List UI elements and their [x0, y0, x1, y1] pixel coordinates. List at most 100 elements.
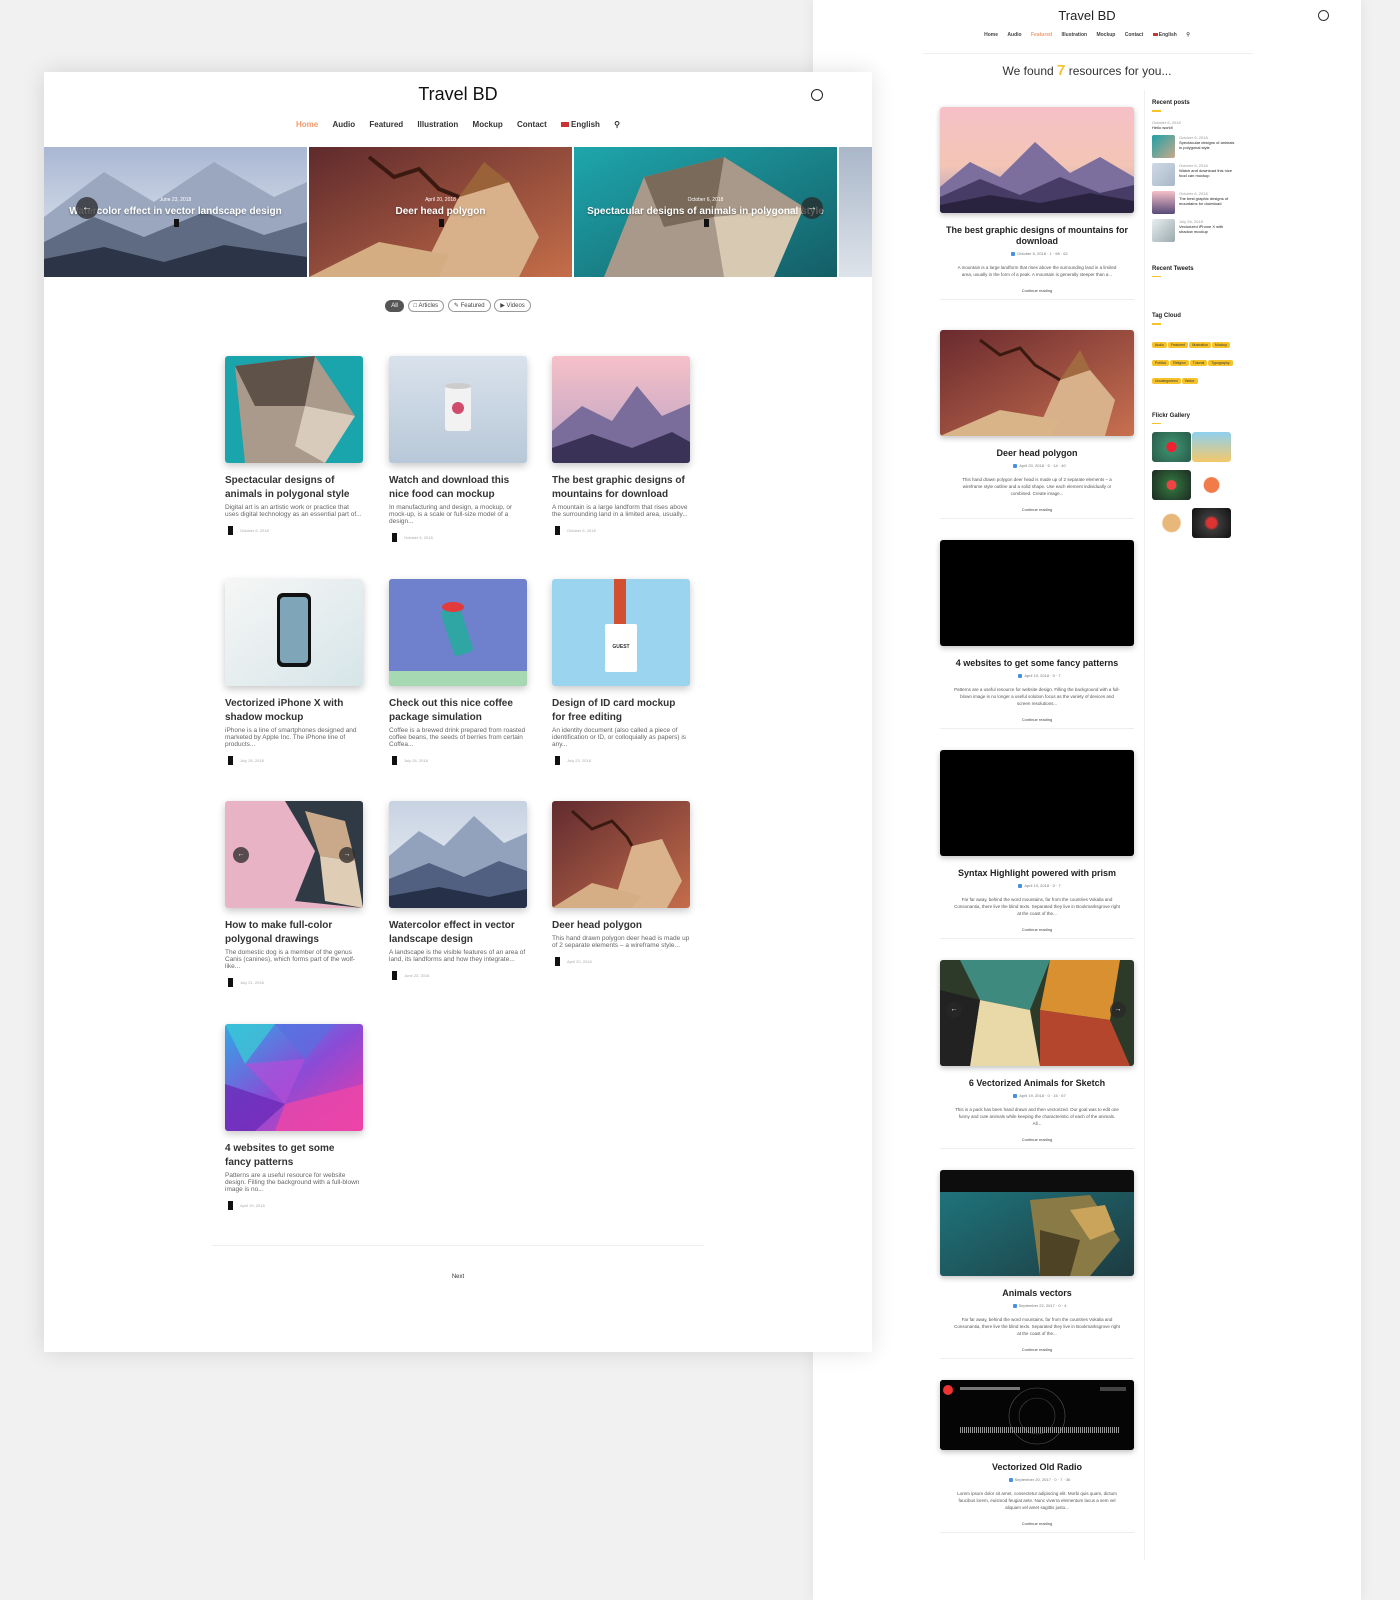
- tag[interactable]: Uncategorized: [1152, 377, 1181, 384]
- post-title[interactable]: 4 websites to get some fancy patterns: [940, 658, 1134, 669]
- continue-reading-link[interactable]: Continue reading: [940, 717, 1134, 728]
- flickr-photo[interactable]: [1192, 508, 1231, 538]
- nav-item-audio[interactable]: Audio: [332, 120, 355, 129]
- post-card[interactable]: ← → 6 Vectorized Animals for Sketch Apri…: [940, 960, 1134, 1149]
- filter-articles[interactable]: □ Articles: [407, 300, 445, 312]
- bookmark-icon[interactable]: [392, 756, 397, 765]
- post-card[interactable]: Watercolor effect in vector landscape de…: [389, 801, 527, 980]
- hero-slide[interactable]: April 20, 2018 Deer head polygon: [309, 147, 572, 277]
- nav-item-language[interactable]: English: [561, 120, 600, 129]
- tag[interactable]: Vector: [1181, 377, 1198, 384]
- post-image-audio-player[interactable]: [940, 1380, 1134, 1450]
- carousel-next-arrow[interactable]: →: [1110, 1002, 1126, 1018]
- tag[interactable]: Illustration: [1188, 341, 1211, 348]
- recent-post-item[interactable]: October 6, 2018 Hello world!: [1152, 120, 1237, 130]
- filter-videos[interactable]: ▶ Videos: [494, 299, 531, 312]
- post-image-mountains[interactable]: [940, 107, 1134, 213]
- post-image-polygon-dog-pink[interactable]: ← →: [225, 801, 363, 908]
- pagination-next-link[interactable]: Next: [44, 1274, 872, 1280]
- tag[interactable]: Tutorial: [1189, 359, 1208, 366]
- user-icon[interactable]: [1318, 10, 1329, 21]
- site-brand[interactable]: Travel BD: [813, 8, 1361, 23]
- tag[interactable]: Featured: [1167, 341, 1188, 348]
- slide-title[interactable]: Deer head polygon: [309, 206, 572, 217]
- post-card[interactable]: Spectacular designs of animals in polygo…: [225, 356, 363, 535]
- nav-item-featured[interactable]: Featured: [369, 120, 403, 129]
- search-icon[interactable]: ⚲: [614, 120, 620, 129]
- hero-slide[interactable]: October 6, 2018 Spectacular designs of a…: [574, 147, 837, 277]
- post-image-coffee-package[interactable]: [389, 579, 527, 686]
- post-card[interactable]: Check out this nice coffee package simul…: [389, 579, 527, 765]
- nav-item-illustration[interactable]: Illustration: [417, 120, 458, 129]
- bookmark-icon[interactable]: [228, 1201, 233, 1210]
- slide-title[interactable]: Spectacular designs of animals in polygo…: [574, 206, 837, 217]
- nav-item-contact[interactable]: Contact: [1125, 32, 1144, 38]
- bookmark-icon[interactable]: [173, 219, 179, 227]
- post-title[interactable]: Animals vectors: [940, 1288, 1134, 1299]
- filter-all[interactable]: All: [385, 300, 404, 312]
- post-card[interactable]: Syntax Highlight powered with prism Apri…: [940, 750, 1134, 939]
- post-card[interactable]: Animals vectors September 22, 2017 · 0 ·…: [940, 1170, 1134, 1359]
- post-title[interactable]: The best graphic designs of mountains fo…: [552, 474, 690, 502]
- post-image-iphone[interactable]: [225, 579, 363, 686]
- post-card[interactable]: Deer head polygon This hand drawn polygo…: [552, 801, 690, 966]
- tag[interactable]: Audio: [1152, 341, 1167, 348]
- post-title[interactable]: Spectacular designs of animals in polygo…: [225, 474, 363, 502]
- bookmark-icon[interactable]: [392, 971, 397, 980]
- post-title[interactable]: 4 websites to get some fancy patterns: [225, 1142, 363, 1170]
- post-image-polygon-dog[interactable]: [225, 356, 363, 463]
- recent-post-item[interactable]: July 26, 2018 Vectorized iPhone X with sh…: [1152, 218, 1237, 242]
- continue-reading-link[interactable]: Continue reading: [940, 1521, 1134, 1532]
- post-image-parrot[interactable]: ← →: [940, 960, 1134, 1066]
- post-title[interactable]: The best graphic designs of mountains fo…: [940, 225, 1134, 247]
- recent-post-item[interactable]: October 6, 2018 Watch and download this n…: [1152, 162, 1237, 186]
- post-card[interactable]: The best graphic designs of mountains fo…: [940, 107, 1134, 300]
- post-card[interactable]: 4 websites to get some fancy patterns Pa…: [225, 1024, 363, 1210]
- recent-post-thumb[interactable]: [1152, 190, 1175, 214]
- recent-post-thumb[interactable]: [1152, 218, 1175, 242]
- bookmark-icon[interactable]: [228, 526, 233, 535]
- post-card[interactable]: 4 websites to get some fancy patterns Ap…: [940, 540, 1134, 729]
- continue-reading-link[interactable]: Continue reading: [940, 507, 1134, 518]
- user-icon[interactable]: [811, 89, 823, 101]
- nav-item-home[interactable]: Home: [296, 120, 318, 129]
- post-title[interactable]: Check out this nice coffee package simul…: [389, 697, 527, 725]
- post-image-video[interactable]: [940, 540, 1134, 646]
- nav-item-language[interactable]: English: [1152, 32, 1177, 38]
- continue-reading-link[interactable]: Continue reading: [940, 1137, 1134, 1148]
- post-card[interactable]: The best graphic designs of mountains fo…: [552, 356, 690, 535]
- post-image-patterns[interactable]: [225, 1024, 363, 1131]
- post-card[interactable]: Vectorized iPhone X with shadow mockup i…: [225, 579, 363, 765]
- flickr-photo[interactable]: [1192, 470, 1231, 500]
- recent-post-thumb[interactable]: [1152, 162, 1175, 186]
- post-title[interactable]: How to make full-color polygonal drawing…: [225, 919, 363, 947]
- continue-reading-link[interactable]: Continue reading: [940, 1347, 1134, 1358]
- nav-item-illustration[interactable]: Illustration: [1062, 32, 1088, 38]
- bookmark-icon[interactable]: [555, 756, 560, 765]
- post-card[interactable]: Watch and download this nice food can mo…: [389, 356, 527, 542]
- post-title[interactable]: Deer head polygon: [552, 919, 690, 933]
- bookmark-icon[interactable]: [555, 526, 560, 535]
- carousel-prev-arrow[interactable]: ←: [233, 847, 249, 863]
- post-card[interactable]: Deer head polygon April 20, 2018 · 5 · 1…: [940, 330, 1134, 519]
- bookmark-icon[interactable]: [228, 978, 233, 987]
- filter-featured[interactable]: ✎ Featured: [447, 299, 491, 312]
- post-title[interactable]: Vectorized iPhone X with shadow mockup: [225, 697, 363, 725]
- post-image-animals[interactable]: [940, 1170, 1134, 1276]
- post-image-watercolor-landscape[interactable]: [389, 801, 527, 908]
- bookmark-icon[interactable]: [392, 533, 397, 542]
- bookmark-icon[interactable]: [555, 957, 560, 966]
- post-title[interactable]: Syntax Highlight powered with prism: [940, 868, 1134, 879]
- post-title[interactable]: Watercolor effect in vector landscape de…: [389, 919, 527, 947]
- carousel-next-arrow[interactable]: →: [801, 197, 823, 219]
- continue-reading-link[interactable]: Continue reading: [940, 288, 1134, 299]
- bookmark-icon[interactable]: [438, 219, 444, 227]
- post-image-deer[interactable]: [940, 330, 1134, 436]
- nav-item-featured[interactable]: Featured: [1031, 32, 1052, 38]
- flickr-photo[interactable]: [1192, 432, 1231, 462]
- nav-item-audio[interactable]: Audio: [1007, 32, 1021, 38]
- hero-slide[interactable]: [839, 147, 872, 277]
- tag[interactable]: Typography: [1208, 359, 1233, 366]
- post-image-food-can[interactable]: [389, 356, 527, 463]
- post-image-id-card[interactable]: GUEST: [552, 579, 690, 686]
